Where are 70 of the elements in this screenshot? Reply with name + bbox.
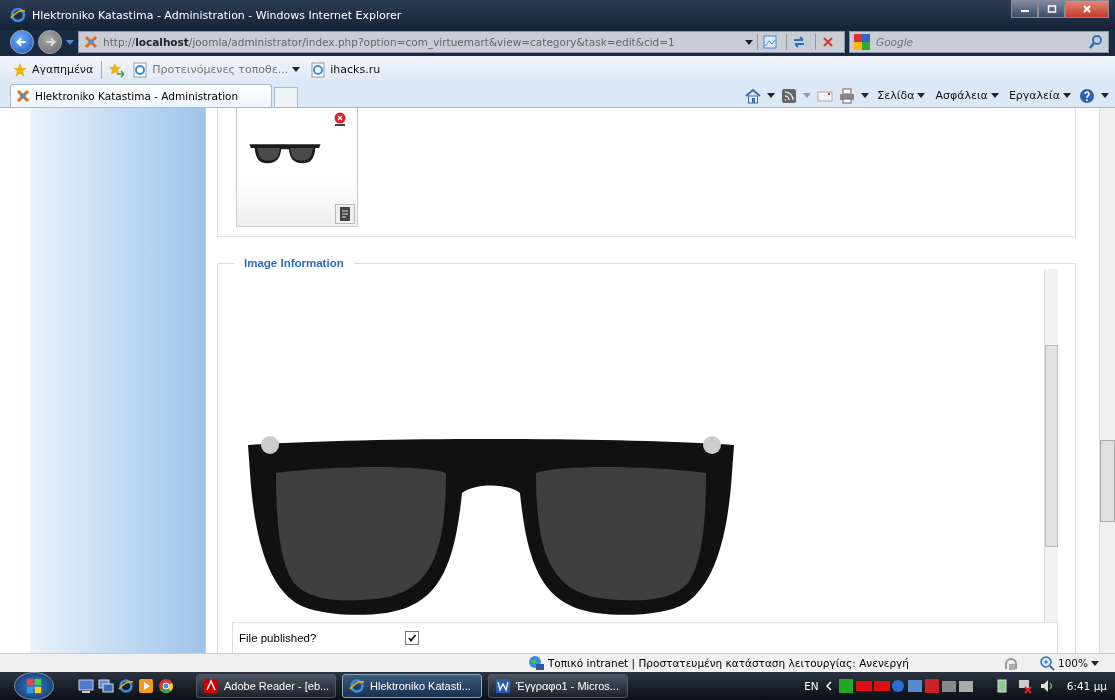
search-provider-icon (854, 34, 870, 50)
caret-icon (292, 67, 301, 72)
globe-icon (527, 655, 544, 671)
clock[interactable]: 6:41 μμ (1066, 680, 1107, 692)
minimize-button[interactable] (1011, 0, 1038, 18)
volume-icon[interactable] (1038, 678, 1055, 694)
desktop-icon[interactable] (78, 678, 94, 694)
window-title: Hlektroniko Katastima - Administration - Windows Internet Explorer (32, 8, 402, 22)
star-icon (12, 61, 28, 78)
close-icon (1082, 4, 1092, 14)
magnifier-icon (1038, 655, 1055, 671)
frame-scrollbar[interactable] (1044, 269, 1058, 622)
document-app-icon (495, 678, 511, 694)
search-icon[interactable] (1088, 34, 1104, 50)
command-menu[interactable]: Ασφάλεια (933, 89, 1001, 102)
web-page-icon (310, 61, 327, 78)
close-button[interactable] (1065, 0, 1109, 18)
document-icon[interactable] (335, 204, 355, 224)
site-icon (15, 88, 31, 104)
field-label: File published? (239, 632, 318, 644)
favorite-link[interactable]: ihacks.ru (308, 61, 383, 78)
add-favorite-icon[interactable] (108, 61, 125, 78)
window-switch-icon[interactable] (98, 678, 114, 694)
browser-icon (10, 7, 26, 23)
section-title: Image Information (243, 257, 345, 269)
caret-icon (990, 93, 999, 98)
caret-icon (917, 93, 926, 98)
browser-icon[interactable] (118, 678, 134, 694)
favorite-link[interactable]: Προτεινόμενες τοποθε... (130, 61, 303, 78)
browser-tab[interactable]: Hlektroniko Katastima - Administration (10, 84, 272, 107)
chevron-icon[interactable] (824, 681, 833, 691)
browser-icon (349, 678, 365, 694)
dropdown-arrow-icon[interactable] (745, 39, 753, 45)
maximize-icon (1046, 4, 1057, 14)
favorites-button[interactable]: Αγαπημένα (10, 61, 96, 78)
delete-icon[interactable] (333, 112, 347, 126)
address-field[interactable]: http://localhost/joomla/administrator/index.php?option=com_virtuemart&view=category&task=edit&cid=1 (78, 31, 845, 53)
taskbar-button[interactable]: Adobe Reader - [eb... (196, 674, 336, 698)
command-menu[interactable]: Σελίδα (875, 89, 928, 102)
search-box[interactable]: Google (849, 31, 1109, 53)
command-menu[interactable]: Εργαλεία (1006, 89, 1073, 102)
printer-icon[interactable] (839, 87, 856, 104)
taskbar-button[interactable]: Hlektroniko Katasti... (342, 674, 482, 698)
zoom-button[interactable]: 100% (1036, 655, 1101, 671)
caret-icon (1091, 660, 1099, 666)
url-text: http://localhost/joomla/administrator/index.php?option=com_virtuemart&view=category&task=edit&cid=1 (103, 36, 676, 48)
chrome-icon[interactable] (158, 678, 174, 694)
home-icon[interactable] (745, 87, 762, 104)
language-indicator[interactable]: EN (804, 680, 819, 692)
published-checkbox[interactable] (405, 631, 419, 645)
network-icon[interactable] (1016, 678, 1033, 694)
web-page-icon (132, 61, 149, 78)
feed-icon[interactable] (781, 87, 798, 104)
security-zone: Τοπικό intranet | Προστατευμένη κατάσταση λειτουργίας: Ανενεργή (527, 655, 909, 671)
dropdown-arrow-icon[interactable] (767, 93, 776, 98)
maximize-button[interactable] (1038, 0, 1065, 18)
dropdown-arrow-icon[interactable] (1101, 93, 1109, 98)
page-scrollbar[interactable] (1099, 108, 1115, 653)
forward-button[interactable] (38, 30, 62, 54)
site-icon (83, 34, 99, 50)
media-player-icon[interactable] (138, 678, 154, 694)
windows-logo-icon (26, 678, 42, 694)
help-icon[interactable] (1079, 87, 1095, 104)
back-button[interactable] (10, 30, 34, 54)
dropdown-arrow-icon[interactable] (861, 93, 870, 98)
search-field[interactable]: Google (874, 35, 1084, 49)
pdf-app-icon (203, 678, 219, 694)
taskbar-button[interactable]: Έγγραφο1 - Micros... (488, 674, 628, 698)
start-button[interactable] (14, 672, 54, 700)
caret-icon (1063, 93, 1071, 98)
